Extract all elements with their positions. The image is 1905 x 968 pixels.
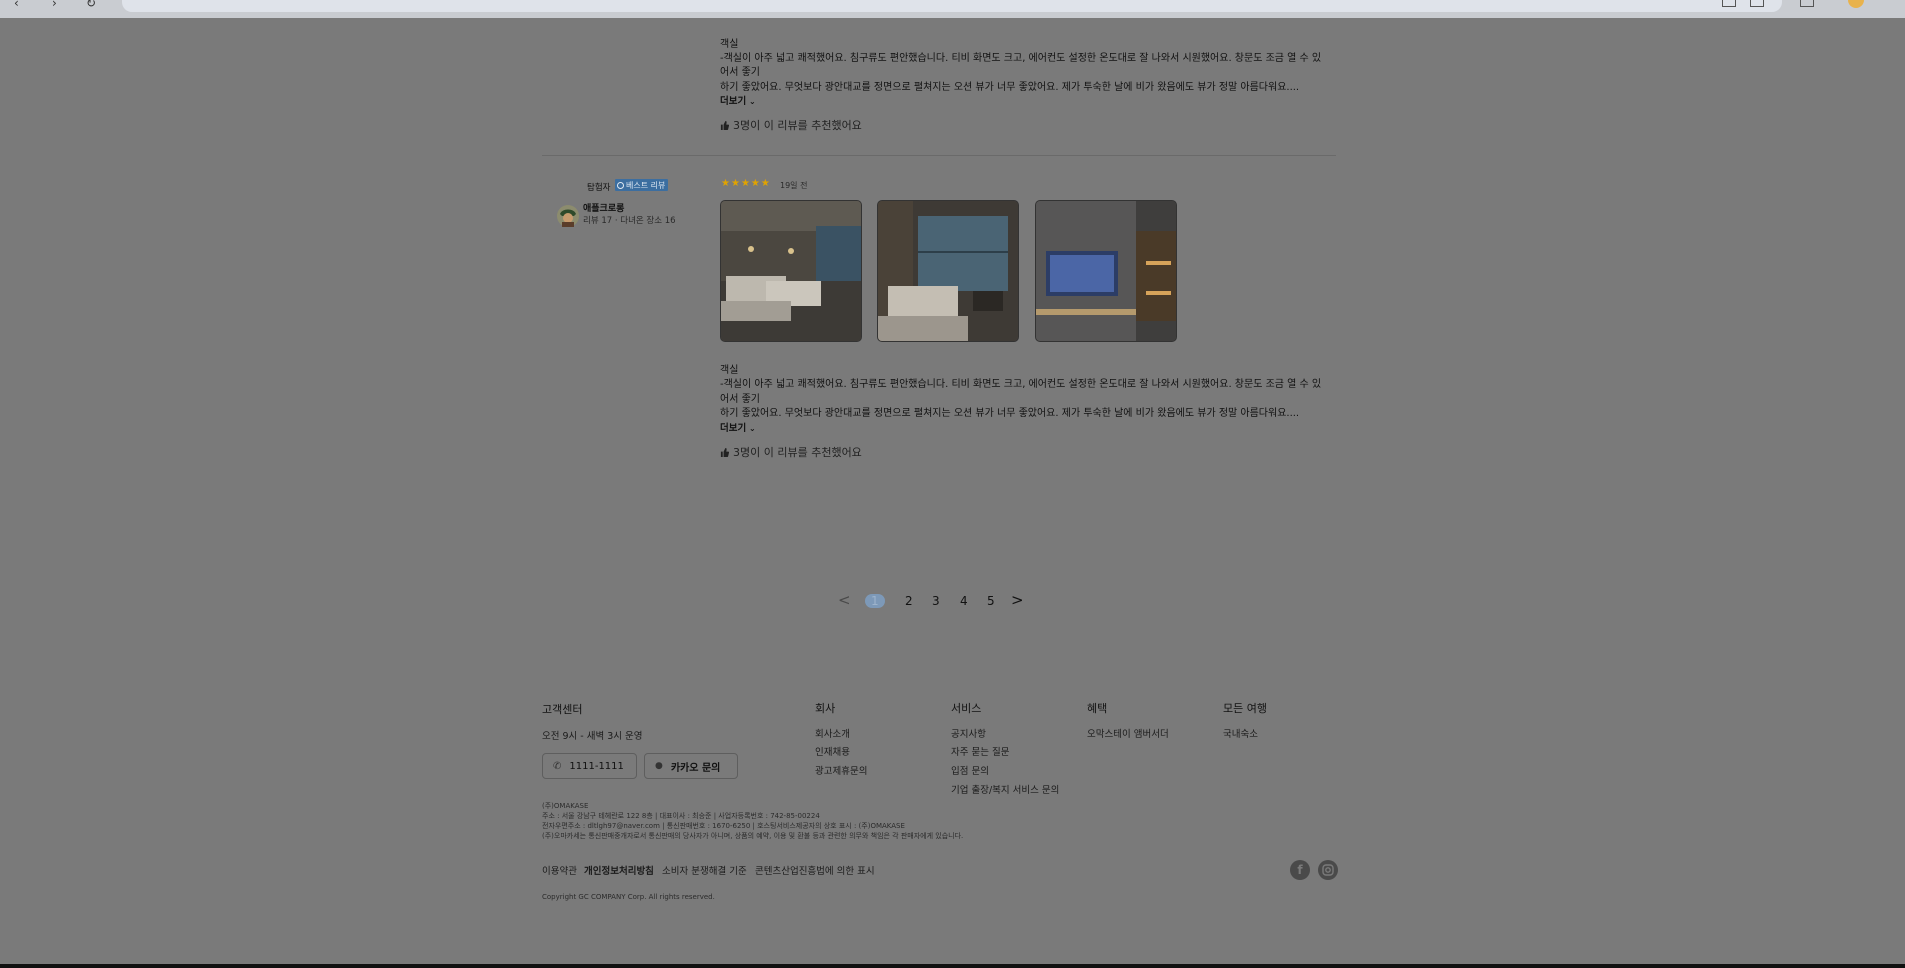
content-law-link[interactable]: 콘텐츠산업진흥법에 의한 표시 xyxy=(755,863,875,877)
footer-link[interactable]: 입점 문의 xyxy=(951,763,989,777)
phone-button[interactable]: ✆ 1111-1111 xyxy=(542,753,637,779)
review-line: 어서 좋기 xyxy=(720,67,760,78)
reload-icon[interactable]: ↻ xyxy=(86,0,96,10)
company-info-line: 전자우편주소 : dltlgh97@naver.com | 통신판매번호 : 1… xyxy=(542,822,905,830)
kakao-inquiry-button[interactable]: ● 카카오 문의 xyxy=(644,753,738,779)
star-icon: ★ xyxy=(740,178,750,189)
footer-link[interactable]: 인재채용 xyxy=(815,744,850,758)
customer-center-title: 고객센터 xyxy=(542,703,583,716)
footer-column-title: 서비스 xyxy=(951,702,982,715)
chat-bubble-icon: ● xyxy=(655,761,663,771)
review-line: 하기 좋았어요. 무엇보다 광안대교를 정면으로 펼쳐지는 오션 뷰가 너무 좋… xyxy=(720,82,1300,93)
footer-link[interactable]: 기업 출장/복지 서비스 문의 xyxy=(951,782,1059,796)
prev-page-button[interactable]: < xyxy=(838,591,851,609)
badge-icon xyxy=(617,181,624,189)
reviewer-type: 탐험자 xyxy=(587,183,611,193)
thumbs-up-icon xyxy=(720,447,729,457)
review-line: 하기 좋았어요. 무엇보다 광안대교를 정면으로 펼쳐지는 오션 뷰가 너무 좋… xyxy=(720,408,1300,419)
footer-link[interactable]: 오막스테이 앰버서더 xyxy=(1087,726,1169,740)
star-icon: ★ xyxy=(760,178,770,189)
star-rating: ★ ★ ★ ★ ★ xyxy=(721,179,770,189)
footer-column-title: 모든 여행 xyxy=(1223,702,1267,715)
page-button-1[interactable]: 1 xyxy=(865,594,885,608)
thumbs-up-icon xyxy=(720,120,729,130)
review-line: 객실 xyxy=(720,39,739,50)
privacy-link[interactable]: 개인정보처리방침 xyxy=(584,863,654,877)
tv-wall-photo xyxy=(1036,201,1176,341)
review-photo[interactable] xyxy=(720,200,862,342)
review-line: 객실 xyxy=(720,365,739,376)
page-button-3[interactable]: 3 xyxy=(932,594,940,608)
review-photo[interactable] xyxy=(1035,200,1177,342)
review-divider xyxy=(542,155,1336,156)
review-line: 어서 좋기 xyxy=(720,394,760,405)
kakao-label: 카카오 문의 xyxy=(670,762,721,774)
page-button-4[interactable]: 4 xyxy=(960,594,968,608)
page-button-5[interactable]: 5 xyxy=(987,594,995,608)
star-icon: ★ xyxy=(730,178,740,189)
company-info-line: 주소 : 서울 강남구 테헤란로 122 8층 | 대표이사 : 최승준 | 사… xyxy=(542,812,820,820)
chevron-down-icon: ⌄ xyxy=(746,97,756,106)
bookmark-icon[interactable] xyxy=(1750,0,1764,7)
reviewer-meta: 리뷰 17 · 다녀온 장소 16 xyxy=(583,216,676,226)
star-icon: ★ xyxy=(721,178,730,189)
page-content: 객실 -객실이 아주 넓고 쾌적했어요. 침구류도 편안했습니다. 티비 화면도… xyxy=(0,18,1905,964)
address-bar[interactable] xyxy=(122,0,1782,12)
recommend-text: 3명이 이 리뷰를 추천했어요 xyxy=(733,446,862,459)
page-button-2[interactable]: 2 xyxy=(905,594,913,608)
review-line: -객실이 아주 넓고 쾌적했어요. 침구류도 편안했습니다. 티비 화면도 크고… xyxy=(720,379,1322,390)
footer-link[interactable]: 국내숙소 xyxy=(1223,726,1258,740)
review-line: -객실이 아주 넓고 쾌적했어요. 침구류도 편안했습니다. 티비 화면도 크고… xyxy=(720,53,1322,64)
instagram-glyph xyxy=(1322,864,1334,876)
phone-icon: ✆ xyxy=(553,760,562,772)
recommend-row[interactable]: 3명이 이 리뷰를 추천했어요 xyxy=(720,444,862,460)
bedroom-twin-beds-photo xyxy=(721,201,861,341)
consumer-dispute-link[interactable]: 소비자 분쟁해결 기준 xyxy=(662,863,747,877)
phone-number: 1111-1111 xyxy=(569,760,624,772)
more-label: 더보기 xyxy=(720,96,747,107)
facebook-icon[interactable]: f xyxy=(1290,860,1310,880)
company-info-line: (주)OMAKASE xyxy=(542,802,589,810)
chevron-down-icon: ⌄ xyxy=(746,424,756,433)
review-photo[interactable] xyxy=(877,200,1019,342)
star-icon: ★ xyxy=(750,178,760,189)
badge-label: 베스트 리뷰 xyxy=(626,180,666,190)
instagram-icon[interactable] xyxy=(1318,860,1338,880)
zoom-icon[interactable] xyxy=(1722,0,1736,7)
browser-toolbar: ‹ › ↻ xyxy=(0,0,1905,18)
terms-link[interactable]: 이용약관 xyxy=(542,863,577,877)
back-icon[interactable]: ‹ xyxy=(14,0,19,10)
footer-column-title: 혜택 xyxy=(1087,702,1108,715)
best-review-badge: 베스트 리뷰 xyxy=(615,179,669,191)
next-page-button[interactable]: > xyxy=(1011,591,1024,609)
copyright: Copyright GC COMPANY Corp. All rights re… xyxy=(542,893,715,901)
taskbar-edge xyxy=(0,964,1905,968)
more-button[interactable]: 더보기 ⌄ xyxy=(720,93,756,107)
recommend-text: 3명이 이 리뷰를 추천했어요 xyxy=(733,119,862,132)
review-time: 19일 전 xyxy=(780,181,808,190)
reviewer-name[interactable]: 애플크로롱 xyxy=(583,201,624,214)
bedroom-ocean-window-photo xyxy=(878,201,1018,341)
profile-avatar[interactable] xyxy=(1848,0,1864,8)
more-button[interactable]: 더보기 ⌄ xyxy=(720,420,756,434)
extensions-icon[interactable] xyxy=(1800,0,1814,7)
company-info-line: (주)오마카세는 통신판매중개자로서 통신판매의 당사자가 아니며, 상품의 예… xyxy=(542,832,964,840)
footer-link[interactable]: 자주 묻는 질문 xyxy=(951,744,1009,758)
customer-center-hours: 오전 9시 - 새벽 3시 운영 xyxy=(542,731,643,742)
more-label: 더보기 xyxy=(720,423,747,434)
reviewer-avatar xyxy=(557,205,579,227)
forward-icon[interactable]: › xyxy=(52,0,57,10)
footer-link[interactable]: 회사소개 xyxy=(815,726,850,740)
footer-link[interactable]: 광고제휴문의 xyxy=(815,763,867,777)
footer-link[interactable]: 공지사항 xyxy=(951,726,986,740)
recommend-row[interactable]: 3명이 이 리뷰를 추천했어요 xyxy=(720,117,862,133)
footer-column-title: 회사 xyxy=(815,702,836,715)
